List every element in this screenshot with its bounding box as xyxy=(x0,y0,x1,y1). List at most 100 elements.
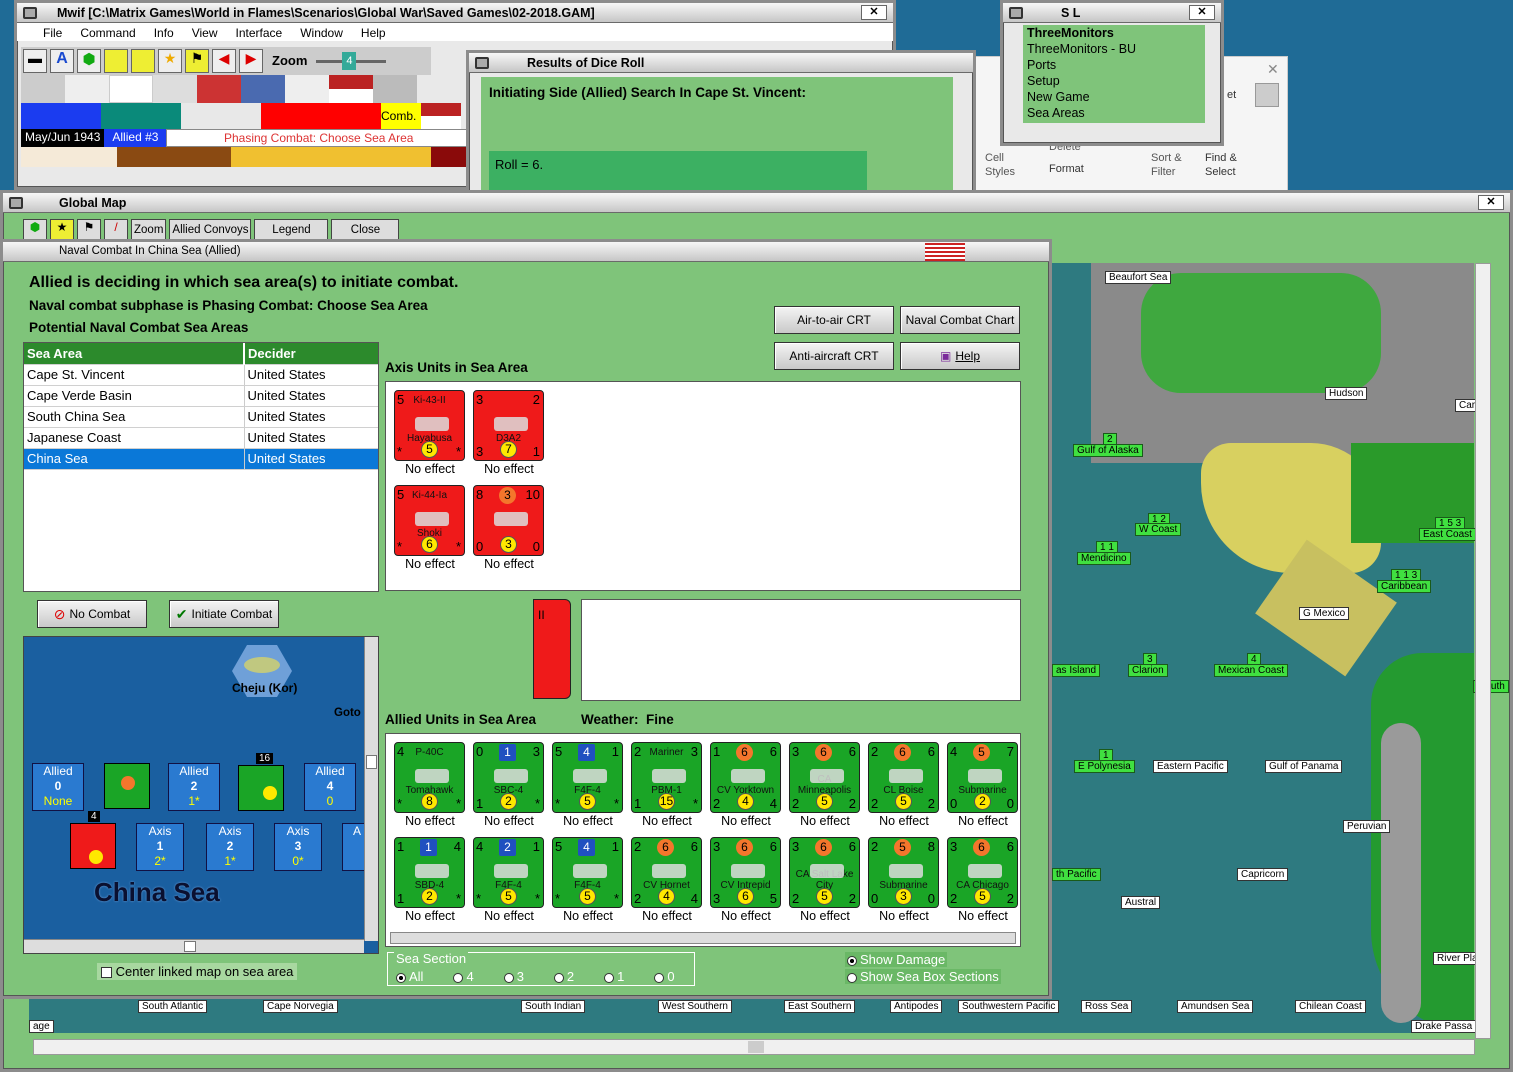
map-label[interactable]: Amundsen Sea xyxy=(1177,1000,1254,1013)
map-label[interactable]: Mexican Coast xyxy=(1214,664,1289,677)
close-icon[interactable]: ✕ xyxy=(861,5,887,20)
radio-all[interactable]: All xyxy=(396,969,423,984)
unit-counter[interactable]: 5 * * Ki-44-Ia Shoki 6 xyxy=(394,485,465,556)
radio-2[interactable]: 2 xyxy=(553,969,574,984)
tank-icon[interactable]: ▬ xyxy=(23,49,47,73)
sea-map-hscroll[interactable] xyxy=(24,939,364,953)
map-unit-plane[interactable] xyxy=(238,765,284,811)
unit-counter[interactable]: 2 8 0 0 Submarine 5 3 xyxy=(868,837,939,908)
map-label[interactable]: Southwestern Pacific xyxy=(958,1000,1060,1013)
help-button[interactable]: ▣ Help xyxy=(900,342,1020,370)
unit-counter[interactable]: 4 1 * * F4F-4 2 5 xyxy=(473,837,544,908)
flag-japan[interactable] xyxy=(109,75,153,103)
map-unit-ship[interactable] xyxy=(104,763,150,809)
excel-format[interactable]: Format xyxy=(1049,163,1084,175)
flag-germany[interactable] xyxy=(21,75,65,103)
unit-counter[interactable]: 5 1 * * F4F-4 4 5 xyxy=(552,742,623,813)
table-row[interactable]: South China Sea United States xyxy=(24,406,378,428)
map-label[interactable]: th Pacific xyxy=(1052,868,1101,881)
map-label[interactable]: Clarion xyxy=(1128,664,1168,677)
map-label[interactable]: Capricorn xyxy=(1237,868,1289,881)
allied-box[interactable]: Allied 0 None xyxy=(32,763,84,811)
zoom-value[interactable]: 4 xyxy=(342,52,357,70)
radio-1[interactable]: 1 xyxy=(604,969,624,984)
show-damage-option[interactable]: Show Damage xyxy=(845,952,948,967)
scroll-thumb[interactable] xyxy=(366,755,377,769)
axis-box[interactable]: Axis 1 2* xyxy=(136,823,184,871)
map-label[interactable]: as Island xyxy=(1052,664,1101,677)
zoom-slider[interactable]: 4 xyxy=(316,49,387,73)
sea-area-map[interactable]: Cheju (Kor) Goto Allied 0 None Allied 2 1* 1… xyxy=(23,636,379,954)
unit-counter[interactable]: 5 * * Ki-43-II Hayabusa 5 xyxy=(394,390,465,461)
selected-unit-counter[interactable]: II xyxy=(533,599,571,699)
flag-china[interactable] xyxy=(153,75,197,103)
menu-interface[interactable]: Interface xyxy=(236,26,283,41)
unit-counter[interactable]: 2 6 2 2 CL Boise 6 5 xyxy=(868,742,939,813)
menu-info[interactable]: Info xyxy=(154,26,174,41)
map-label[interactable]: E Polynesia xyxy=(1074,760,1135,773)
flag-italy[interactable] xyxy=(65,75,109,103)
map-label[interactable]: Cape Norvegia xyxy=(263,1000,338,1013)
table-row-selected[interactable]: China Sea United States xyxy=(24,448,378,470)
map-label[interactable]: Peruvian xyxy=(1343,820,1391,833)
grid2-icon[interactable] xyxy=(131,49,155,73)
table-row[interactable]: Cape St. Vincent United States xyxy=(24,364,378,386)
map-label[interactable]: age xyxy=(29,1020,54,1033)
map-label[interactable]: Beaufort Sea xyxy=(1105,271,1172,284)
axis-box[interactable]: Axis 2 1* xyxy=(206,823,254,871)
map-label[interactable]: Austral xyxy=(1121,896,1161,909)
map-label[interactable]: Gulf of Alaska xyxy=(1073,444,1143,457)
close-icon[interactable]: ✕ xyxy=(1478,195,1504,210)
map-label[interactable]: Hudson xyxy=(1325,387,1368,400)
radio-0[interactable]: 0 xyxy=(654,969,675,984)
map-label[interactable]: West Southern xyxy=(658,1000,732,1013)
map-label[interactable]: G Mexico xyxy=(1299,607,1350,620)
flag-ussr[interactable] xyxy=(373,75,417,103)
unit-counter[interactable]: 3 6 3 5 CV Intrepid 6 6 xyxy=(710,837,781,908)
map-label[interactable]: Ross Sea xyxy=(1081,1000,1133,1013)
map-label[interactable]: W Coast xyxy=(1135,523,1182,536)
map-vertical-scrollbar[interactable] xyxy=(1475,263,1491,1039)
allied-panel-hscroll[interactable] xyxy=(390,932,1016,944)
menu-window[interactable]: Window xyxy=(300,26,343,41)
unit-counter[interactable]: 3622CA Salt Lake City65 xyxy=(789,837,860,908)
map-label[interactable]: Drake Passa xyxy=(1411,1020,1477,1033)
flag-taiwan[interactable] xyxy=(197,75,241,103)
menu-view[interactable]: View xyxy=(192,26,218,41)
text-icon[interactable]: A xyxy=(50,49,74,73)
sl-item[interactable]: Setup xyxy=(1027,73,1205,89)
unit-counter[interactable]: 0 3 1 * SBC-4 1 2 xyxy=(473,742,544,813)
radio-4[interactable]: 4 xyxy=(453,969,474,984)
axis-box[interactable]: Axis 3 0* xyxy=(274,823,322,871)
grid-icon[interactable] xyxy=(104,49,128,73)
unit-counter[interactable]: 8 10 0 0 3 3 xyxy=(473,485,544,556)
map-label[interactable]: Caribbean xyxy=(1377,580,1432,593)
sl-item[interactable]: ThreeMonitors - BU xyxy=(1027,41,1205,57)
flag-icon[interactable]: ⚑ xyxy=(185,49,209,73)
arrow-left-icon[interactable]: ◀ xyxy=(212,49,236,73)
menu-help[interactable]: Help xyxy=(361,26,386,41)
radio-3[interactable]: 3 xyxy=(503,969,524,984)
map-label[interactable]: East Southern xyxy=(784,1000,856,1013)
table-row[interactable]: Cape Verde Basin United States xyxy=(24,385,378,407)
table-row[interactable]: Japanese Coast United States xyxy=(24,427,378,449)
excel-find-select[interactable]: Find & Select xyxy=(1205,151,1245,179)
center-linked-checkbox-row[interactable]: Center linked map on sea area xyxy=(97,963,298,980)
sl-item[interactable]: Ports xyxy=(1027,57,1205,73)
map-label[interactable]: Mendicino xyxy=(1077,552,1131,565)
anti-aircraft-crt-button[interactable]: Anti-aircraft CRT xyxy=(774,342,894,370)
map-label[interactable]: South Atlantic xyxy=(138,1000,208,1013)
flag-france[interactable] xyxy=(285,75,329,103)
map-label[interactable]: Antipodes xyxy=(890,1000,943,1013)
unit-counter[interactable]: 5 1 * * F4F-4 4 5 xyxy=(552,837,623,908)
map-horizontal-scrollbar[interactable] xyxy=(33,1039,1475,1055)
allied-box[interactable]: Allied 4 0 xyxy=(304,763,356,811)
map-unit-axis-plane[interactable] xyxy=(70,823,116,869)
menu-file[interactable]: File xyxy=(43,26,62,41)
world-map[interactable] xyxy=(1051,263,1474,1033)
sea-map-vscroll[interactable] xyxy=(364,637,378,941)
menu-command[interactable]: Command xyxy=(80,26,135,41)
flag-usa[interactable] xyxy=(329,75,373,103)
arrow-right-icon[interactable]: ▶ xyxy=(239,49,263,73)
unit-counter[interactable]: 2 6 2 4 CV Hornet 6 4 xyxy=(631,837,702,908)
